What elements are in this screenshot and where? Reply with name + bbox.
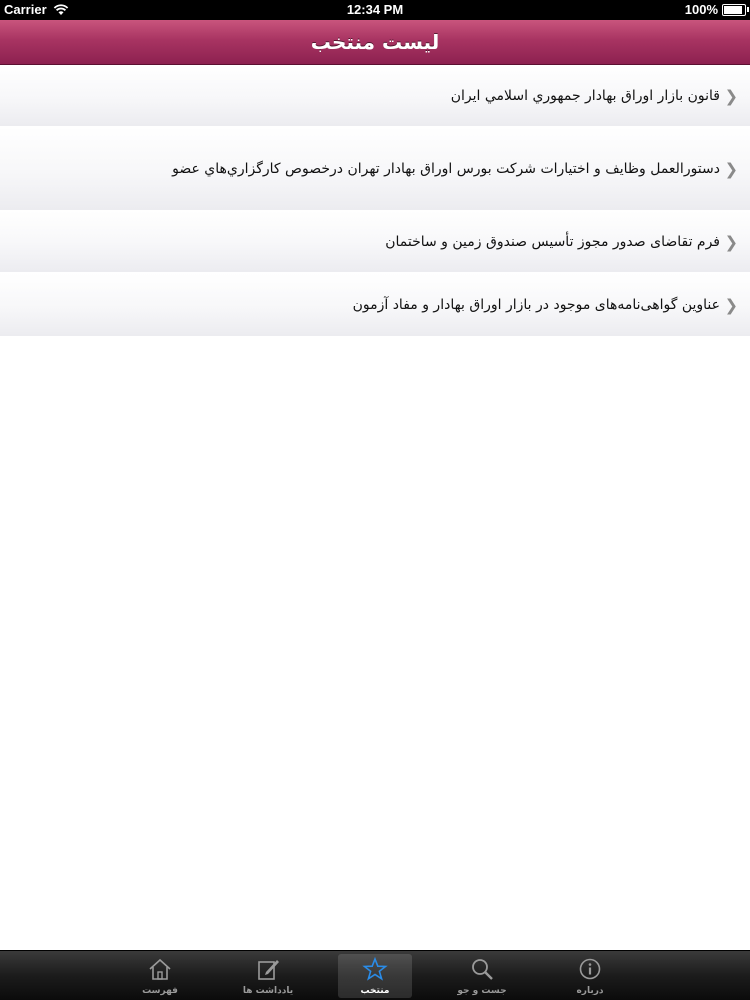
chevron-left-icon: ❮ — [724, 86, 738, 105]
list-item-label: عناوین گواهی‌نامه‌های موجود در بازار اور… — [352, 296, 720, 313]
list-item-label: قانون بازار اوراق بهادار جمهوري اسلامي ا… — [450, 87, 720, 104]
home-icon — [149, 958, 171, 980]
chevron-left-icon: ❮ — [724, 232, 738, 251]
list-item-label: دستورالعمل وظایف و اختیارات شرکت بورس او… — [172, 160, 720, 177]
list-item[interactable]: ❮ فرم تقاضای صدور مجوز تأسیس صندوق زمین … — [0, 211, 750, 273]
tab-label: جست و جو — [457, 986, 507, 996]
tab-label: درباره — [576, 986, 604, 996]
tab-label: منتخب — [360, 986, 390, 996]
list-item[interactable]: ❮ عناوین گواهی‌نامه‌های موجود در بازار ا… — [0, 273, 750, 337]
info-icon — [579, 958, 601, 980]
battery-percent: 100% — [684, 2, 718, 17]
tab-bar: فهرست يادداشت ها منتخب جست و جو درباره — [0, 950, 750, 1000]
chevron-left-icon: ❮ — [724, 295, 738, 314]
tab-favorites[interactable]: منتخب — [338, 954, 412, 998]
tab-search[interactable]: جست و جو — [445, 954, 519, 998]
search-icon — [472, 959, 493, 980]
tab-label: فهرست — [142, 986, 178, 996]
battery-icon — [722, 3, 749, 16]
favorites-list: ❮ قانون بازار اوراق بهادار جمهوري اسلامي… — [0, 65, 750, 337]
chevron-left-icon: ❮ — [724, 159, 738, 178]
tab-label: يادداشت ها — [242, 986, 294, 996]
tab-notes[interactable]: يادداشت ها — [231, 954, 305, 998]
list-item[interactable]: ❮ دستورالعمل وظایف و اختیارات شرکت بورس … — [0, 127, 750, 211]
clock: 12:34 PM — [346, 2, 404, 17]
list-item[interactable]: ❮ قانون بازار اوراق بهادار جمهوري اسلامي… — [0, 65, 750, 127]
tab-index[interactable]: فهرست — [123, 954, 197, 998]
status-bar: Carrier 12:34 PM 100% — [0, 0, 750, 20]
battery-indicator: 100% — [684, 2, 749, 17]
page-title: لیست منتخب — [310, 30, 440, 54]
navigation-bar: لیست منتخب — [0, 20, 750, 65]
list-item-label: فرم تقاضای صدور مجوز تأسیس صندوق زمین و … — [385, 233, 720, 250]
star-icon — [362, 957, 388, 981]
tab-about[interactable]: درباره — [553, 954, 627, 998]
note-edit-icon — [258, 960, 279, 980]
